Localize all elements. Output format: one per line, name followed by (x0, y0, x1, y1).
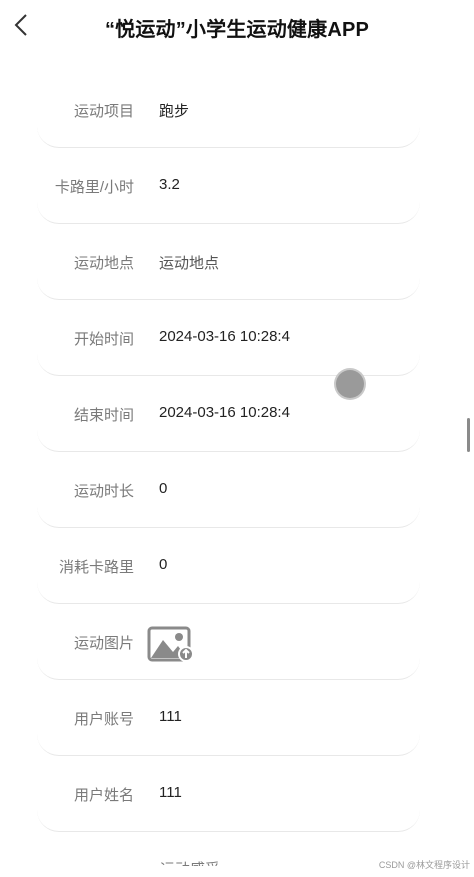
user-name-value[interactable]: 111 (159, 784, 182, 801)
form-row-user-account: 用户账号 111 (37, 680, 420, 756)
sport-image-label: 运动图片 (73, 635, 134, 652)
image-upload-button[interactable] (147, 624, 194, 664)
start-time-picker[interactable]: 2024-03-16 10:28:4 (159, 328, 290, 345)
form-row-start-time: 开始时间 2024-03-16 10:28:4 (37, 300, 420, 376)
end-time-picker[interactable]: 2024-03-16 10:28:4 (159, 404, 290, 421)
screen: “悦运动”小学生运动健康APP 运动项目 跑步 卡路里/小时 3.2 运动地点 … (0, 0, 474, 877)
end-time-label: 结束时间 (73, 407, 134, 424)
page-title: “悦运动”小学生运动健康APP (104, 19, 370, 41)
sport-type-value[interactable]: 跑步 (159, 100, 189, 121)
calories-per-hour-value[interactable]: 3.2 (159, 176, 180, 193)
location-label: 运动地点 (73, 255, 134, 272)
sport-feeling-label: 运动感受 (160, 856, 220, 866)
form-row-calories-burned: 消耗卡路里 0 (37, 528, 420, 604)
form-row-sport-image: 运动图片 (37, 604, 420, 680)
location-input[interactable]: 运动地点 (159, 252, 219, 273)
image-upload-icon (147, 626, 194, 662)
calories-burned-label: 消耗卡路里 (58, 559, 134, 576)
scrollbar-thumb[interactable] (467, 418, 470, 452)
form-row-duration: 运动时长 0 (37, 452, 420, 528)
user-name-label: 用户姓名 (73, 787, 134, 804)
duration-value[interactable]: 0 (159, 480, 167, 497)
sport-record-form: 运动项目 跑步 卡路里/小时 3.2 运动地点 运动地点 开始时间 2024-0… (37, 72, 420, 832)
app-header: “悦运动”小学生运动健康APP (0, 0, 474, 52)
duration-label: 运动时长 (73, 483, 134, 500)
form-row-user-name: 用户姓名 111 (37, 756, 420, 832)
watermark: CSDN @林文程序设计 (378, 860, 470, 870)
calories-per-hour-label: 卡路里/小时 (54, 179, 134, 196)
start-time-label: 开始时间 (73, 331, 134, 348)
form-row-sport-type: 运动项目 跑步 (37, 72, 420, 148)
calories-burned-value[interactable]: 0 (159, 556, 167, 573)
floating-assist-button[interactable] (336, 370, 364, 398)
form-row-calories-per-hour: 卡路里/小时 3.2 (37, 148, 420, 224)
user-account-label: 用户账号 (73, 711, 134, 728)
form-row-location: 运动地点 运动地点 (37, 224, 420, 300)
sport-type-label: 运动项目 (73, 103, 134, 120)
user-account-value[interactable]: 111 (159, 708, 182, 725)
